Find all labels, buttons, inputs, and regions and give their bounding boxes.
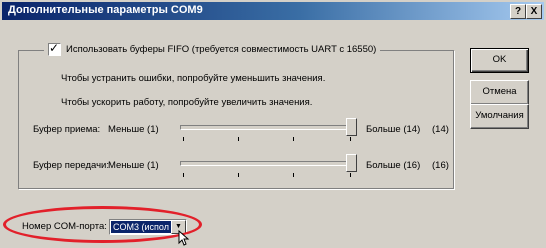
slider-tick — [183, 137, 184, 141]
checkmark-icon: ✓ — [49, 40, 60, 55]
hint-speed: Чтобы ускорить работу, попробуйте увелич… — [61, 97, 313, 108]
slider-tick — [350, 137, 351, 141]
fifo-checkbox[interactable]: ✓ — [48, 40, 61, 56]
transmit-max-label: Больше (16) — [366, 160, 421, 171]
title-bar: Дополнительные параметры COM9 ? X — [2, 2, 544, 20]
slider-track — [180, 125, 357, 130]
receive-current-value: (14) — [432, 124, 449, 135]
fifo-label: Использовать буферы FIFO (требуется совм… — [66, 43, 377, 55]
help-button[interactable]: ? — [510, 4, 526, 19]
slider-tick — [238, 173, 239, 177]
receive-max-label: Больше (14) — [366, 124, 421, 135]
receive-buffer-slider[interactable] — [180, 118, 357, 142]
transmit-current-value: (16) — [432, 160, 449, 171]
slider-tick — [183, 173, 184, 177]
defaults-button[interactable]: Умолчания — [470, 104, 529, 129]
slider-thumb[interactable] — [346, 154, 357, 172]
ok-button[interactable]: OK — [470, 48, 529, 73]
slider-track — [180, 161, 357, 166]
slider-tick — [350, 173, 351, 177]
slider-tick — [238, 137, 239, 141]
slider-tick — [293, 173, 294, 177]
hint-errors: Чтобы устранить ошибки, попробуйте умень… — [61, 73, 326, 84]
dialog-window: Дополнительные параметры COM9 ? X ✓ Испо… — [0, 0, 546, 248]
slider-tick — [293, 137, 294, 141]
receive-buffer-label: Буфер приема: — [33, 124, 101, 135]
window-title: Дополнительные параметры COM9 — [8, 4, 203, 16]
slider-thumb[interactable] — [346, 118, 357, 136]
transmit-buffer-label: Буфер передачи: — [33, 160, 109, 171]
receive-min-label: Меньше (1) — [108, 124, 159, 135]
mouse-pointer-icon — [178, 230, 190, 246]
transmit-min-label: Меньше (1) — [108, 160, 159, 171]
fifo-checkbox-row[interactable]: ✓ Использовать буферы FIFO (требуется со… — [44, 40, 381, 57]
cancel-button[interactable]: Отмена — [470, 80, 529, 105]
highlight-ring — [3, 206, 202, 243]
transmit-buffer-slider[interactable] — [180, 154, 357, 178]
close-button[interactable]: X — [526, 4, 542, 19]
